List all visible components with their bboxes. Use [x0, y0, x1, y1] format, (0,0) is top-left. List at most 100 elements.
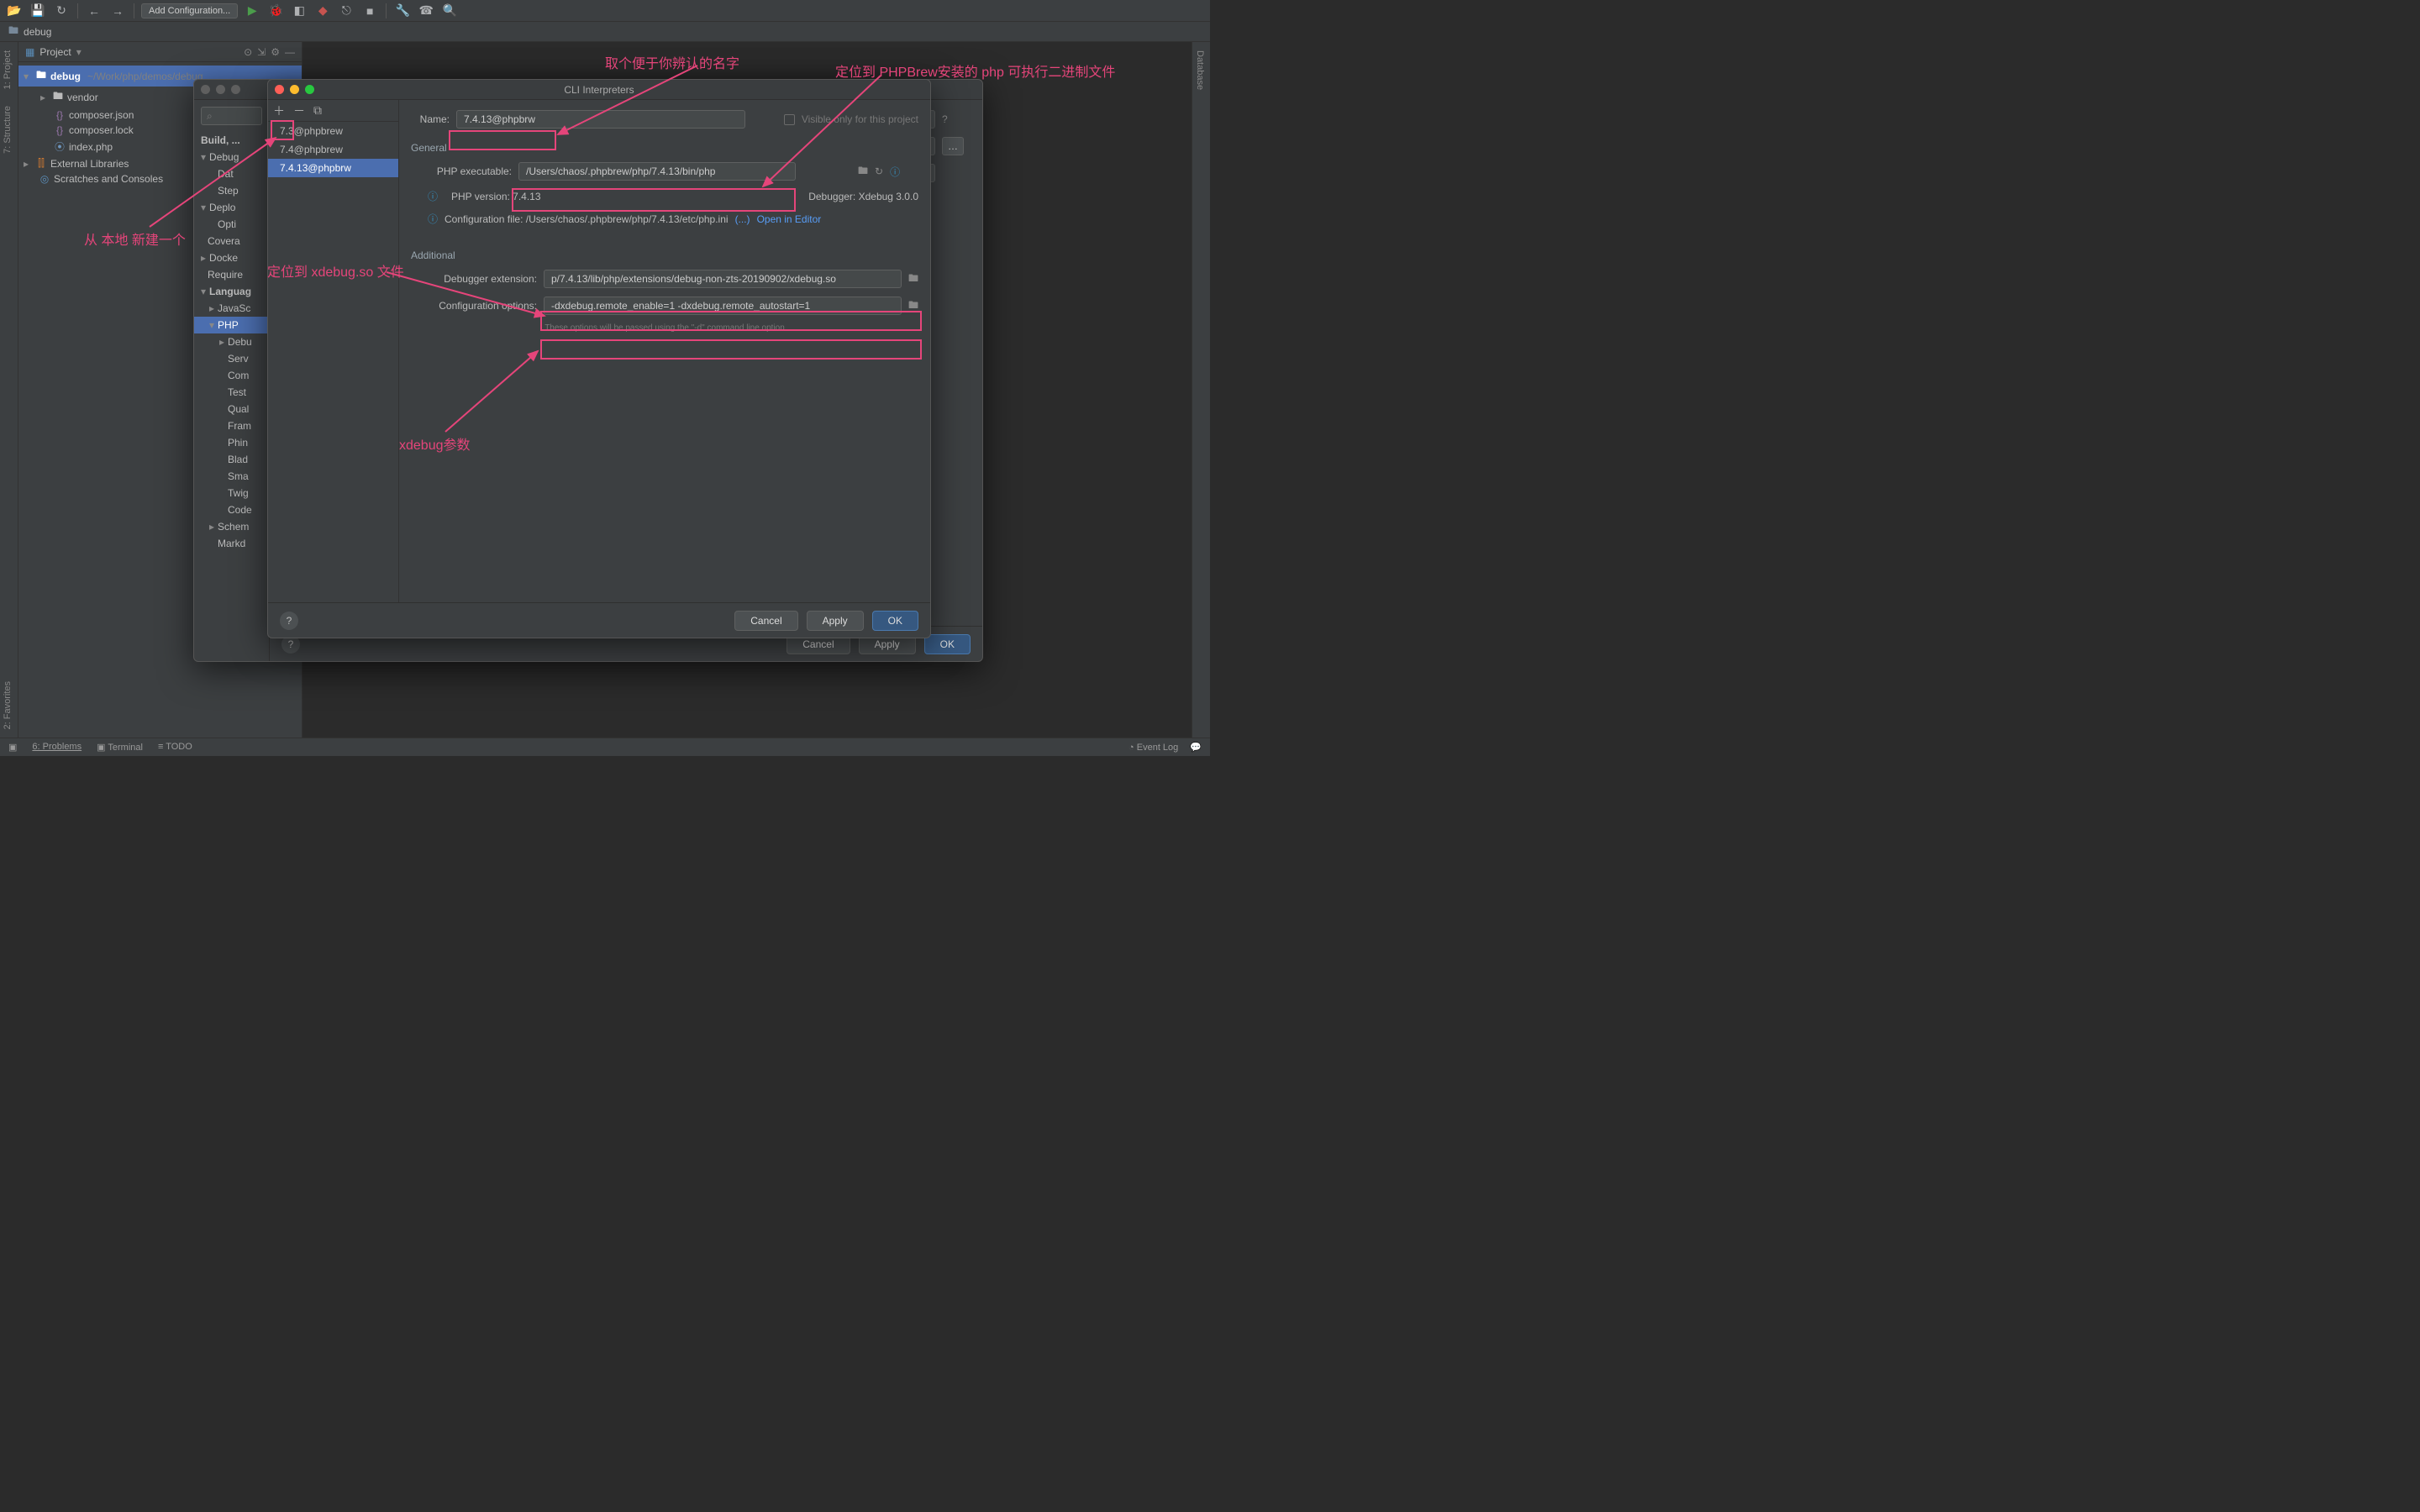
pref-phin[interactable]: Phin — [194, 434, 269, 451]
info-icon[interactable]: ⓘ — [890, 165, 900, 179]
php-exe-input[interactable]: /Users/chaos/.phpbrew/php/7.4.13/bin/php — [518, 162, 796, 181]
coverage-icon[interactable]: ◧ — [290, 2, 308, 20]
breadcrumb-project[interactable]: debug — [24, 26, 51, 38]
back-icon[interactable]: ← — [85, 2, 103, 20]
cli-ok-button[interactable]: OK — [872, 611, 918, 631]
debug-icon[interactable]: 🐞 — [266, 2, 285, 20]
project-panel-title[interactable]: Project — [39, 46, 71, 58]
open-icon[interactable]: 📂 — [5, 2, 24, 20]
locate-icon[interactable]: ⊙ — [244, 46, 252, 58]
pref-debu[interactable]: ▸Debu — [194, 333, 269, 350]
dbg-ext-label: Debugger extension: — [411, 273, 537, 285]
pref-deploy[interactable]: ▾Deplo — [194, 199, 269, 216]
info-icon-3: ⓘ — [428, 212, 438, 226]
tab-database[interactable]: Database — [1192, 42, 1207, 98]
cfg-opt-input[interactable]: -dxdebug.remote_enable=1 -dxdebug.remote… — [544, 297, 902, 315]
pref-test[interactable]: Test — [194, 384, 269, 401]
pref-docker[interactable]: ▸Docke — [194, 249, 269, 266]
pref-qual[interactable]: Qual — [194, 401, 269, 417]
pref-opti[interactable]: Opti — [194, 216, 269, 233]
dbg-ext-input[interactable]: p/7.4.13/lib/php/extensions/debug-non-zt… — [544, 270, 902, 288]
cli-left-panel: ＋ － ⧉ 7.3@phpbrew 7.4@phpbrew 7.4.13@php… — [268, 100, 399, 602]
search-icon[interactable]: 🔍 — [440, 2, 459, 20]
tab-structure[interactable]: 7: Structure — [0, 97, 18, 162]
status-notif-icon[interactable]: 💬 — [1190, 742, 1202, 753]
stop-icon[interactable]: ■ — [360, 2, 379, 20]
pref-sma[interactable]: Sma — [194, 468, 269, 485]
open-in-editor-link[interactable]: Open in Editor — [757, 213, 822, 225]
status-terminal[interactable]: ▣ Terminal — [97, 742, 143, 753]
gear-icon[interactable]: ⚙ — [271, 46, 280, 58]
breadcrumb: 🖿 debug — [0, 22, 1210, 42]
pref-build[interactable]: Build, ... — [194, 132, 269, 149]
pref-markdo[interactable]: Markd — [194, 535, 269, 552]
cli-help-button[interactable]: ? — [280, 612, 298, 630]
status-event-log[interactable]: ◔ Event Log — [1128, 743, 1178, 753]
root-path: ~/Work/php/demos/debug — [87, 71, 203, 82]
preferences-sidebar: ⌕ Build, ... ▾Debug Dat Step ▾Deplo Opti… — [194, 100, 270, 661]
window-zoom-icon[interactable] — [231, 85, 240, 94]
pref-php[interactable]: ▾PHP — [194, 317, 269, 333]
pref-coverage[interactable]: Covera — [194, 233, 269, 249]
pref-ok-button[interactable]: OK — [924, 634, 971, 654]
preferences-search[interactable]: ⌕ — [201, 107, 262, 125]
listen-icon[interactable]: ☎ — [417, 2, 435, 20]
pref-data[interactable]: Dat — [194, 165, 269, 182]
cfg-opt-browse-icon[interactable]: 🖿 — [908, 297, 918, 315]
expand-icon[interactable]: ⇲ — [257, 46, 266, 58]
pref-serv[interactable]: Serv — [194, 350, 269, 367]
additional-section: Additional — [411, 249, 918, 261]
run-config-dropdown[interactable]: Add Configuration... — [141, 3, 238, 18]
interpreter-item-1[interactable]: 7.4@phpbrew — [268, 140, 398, 159]
remove-interpreter-button[interactable]: － — [293, 102, 305, 119]
pref-step[interactable]: Step — [194, 182, 269, 199]
visible-only-checkbox[interactable] — [784, 114, 795, 125]
scratches-label: Scratches and Consoles — [54, 173, 163, 185]
pref-twig[interactable]: Twig — [194, 485, 269, 501]
help-icon[interactable]: ? — [942, 113, 948, 125]
pref-schem[interactable]: ▸Schem — [194, 518, 269, 535]
php-exe-browse-icon[interactable]: 🖿 — [858, 163, 868, 181]
attach-icon[interactable]: ⎋ — [337, 2, 355, 20]
pref-javasc[interactable]: ▸JavaSc — [194, 300, 269, 317]
status-problems[interactable]: 6: Problems — [32, 742, 82, 753]
status-todo[interactable]: ≡ TODO — [158, 742, 192, 753]
interpreter-item-2[interactable]: 7.4.13@phpbrw — [268, 159, 398, 177]
profile-icon[interactable]: ◆ — [313, 2, 332, 20]
cli-minimize-icon[interactable] — [290, 85, 299, 94]
interpreter-item-0[interactable]: 7.3@phpbrew — [268, 122, 398, 140]
cli-title: CLI Interpreters — [564, 84, 634, 96]
cli-cancel-button[interactable]: Cancel — [734, 611, 797, 631]
pref-languages[interactable]: ▾Languag — [194, 283, 269, 300]
cli-close-icon[interactable] — [275, 85, 284, 94]
chevron-down-icon[interactable]: ▾ — [76, 46, 82, 58]
pref-browse-button[interactable]: … — [942, 137, 964, 155]
bottom-tab-icon[interactable]: ▣ — [8, 742, 17, 753]
cli-apply-button[interactable]: Apply — [807, 611, 864, 631]
pref-code[interactable]: Code — [194, 501, 269, 518]
dbg-ext-browse-icon[interactable]: 🖿 — [908, 270, 918, 288]
config-file-ellipsis[interactable]: (...) — [735, 213, 750, 225]
window-minimize-icon[interactable] — [216, 85, 225, 94]
tab-project[interactable]: 1: Project — [0, 42, 18, 97]
pref-com[interactable]: Com — [194, 367, 269, 384]
sync-icon[interactable]: ↻ — [52, 2, 71, 20]
save-icon[interactable]: 💾 — [29, 2, 47, 20]
pref-blad[interactable]: Blad — [194, 451, 269, 468]
cli-zoom-icon[interactable] — [305, 85, 314, 94]
pref-debug[interactable]: ▾Debug — [194, 149, 269, 165]
add-interpreter-button[interactable]: ＋ — [273, 102, 285, 119]
window-close-icon[interactable] — [201, 85, 210, 94]
copy-interpreter-button[interactable]: ⧉ — [313, 103, 322, 118]
php-exe-label: PHP executable: — [411, 165, 512, 177]
tab-favorites[interactable]: 2: Favorites — [0, 673, 18, 738]
pref-require[interactable]: Require — [194, 266, 269, 283]
pref-fram[interactable]: Fram — [194, 417, 269, 434]
hide-icon[interactable]: — — [285, 46, 295, 58]
right-tool-tabs: Database — [1192, 42, 1210, 738]
forward-icon[interactable]: → — [108, 2, 127, 20]
name-input[interactable]: 7.4.13@phpbrw — [456, 110, 745, 129]
reload-icon[interactable]: ↻ — [875, 165, 883, 177]
build-icon[interactable]: 🔧 — [393, 2, 412, 20]
run-icon[interactable]: ▶ — [243, 2, 261, 20]
